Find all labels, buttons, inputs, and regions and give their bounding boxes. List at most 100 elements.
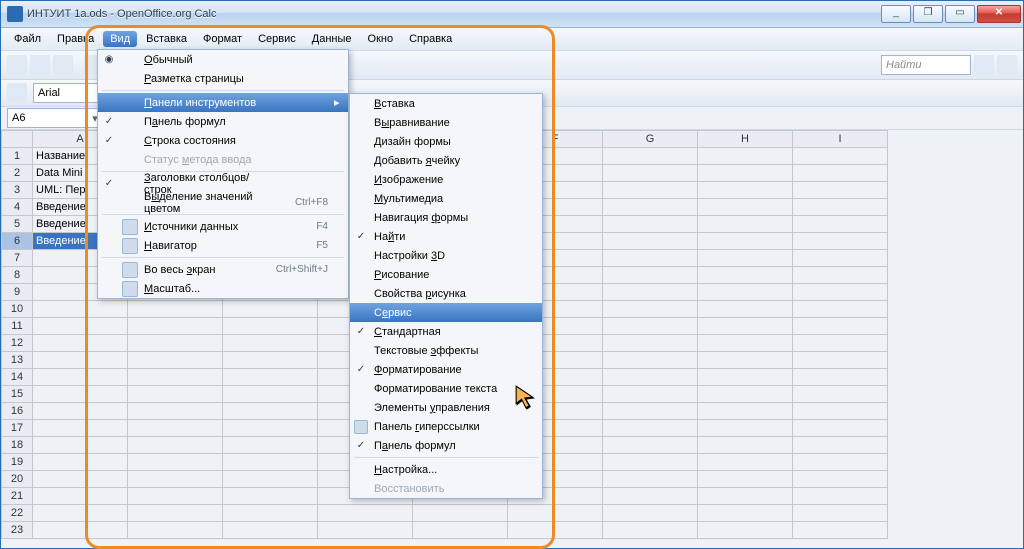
row-header[interactable]: 21 xyxy=(2,488,33,505)
cell[interactable] xyxy=(508,522,603,539)
cell[interactable] xyxy=(793,250,888,267)
cell[interactable] xyxy=(793,165,888,182)
cell[interactable] xyxy=(603,216,698,233)
menu-правка[interactable]: Правка xyxy=(50,31,101,47)
cell[interactable] xyxy=(698,199,793,216)
cell[interactable] xyxy=(128,386,223,403)
cell[interactable] xyxy=(223,471,318,488)
cell[interactable] xyxy=(793,199,888,216)
cell[interactable] xyxy=(698,233,793,250)
toolbars-menu-item[interactable]: Навигация формы xyxy=(350,208,542,227)
toolbars-menu-item[interactable]: ✓Стандартная xyxy=(350,322,542,341)
cell[interactable] xyxy=(413,522,508,539)
find-input[interactable]: Найти xyxy=(881,55,971,75)
col-header[interactable]: G xyxy=(603,131,698,148)
toolbars-menu-item[interactable]: Изображение xyxy=(350,170,542,189)
cell[interactable] xyxy=(793,522,888,539)
row-header[interactable]: 18 xyxy=(2,437,33,454)
cell[interactable] xyxy=(33,301,128,318)
cell[interactable] xyxy=(603,386,698,403)
cell[interactable] xyxy=(698,182,793,199)
cell[interactable] xyxy=(223,335,318,352)
cell[interactable] xyxy=(223,386,318,403)
cell[interactable] xyxy=(33,505,128,522)
cell[interactable] xyxy=(33,318,128,335)
cell[interactable] xyxy=(603,284,698,301)
cell[interactable] xyxy=(793,437,888,454)
cell[interactable] xyxy=(223,488,318,505)
cell[interactable] xyxy=(698,471,793,488)
cell[interactable] xyxy=(603,352,698,369)
cell[interactable] xyxy=(318,505,413,522)
cell[interactable] xyxy=(698,437,793,454)
cell[interactable] xyxy=(698,148,793,165)
cell[interactable] xyxy=(793,335,888,352)
row-header[interactable]: 13 xyxy=(2,352,33,369)
cell[interactable] xyxy=(698,369,793,386)
cell[interactable] xyxy=(223,403,318,420)
cell[interactable] xyxy=(128,505,223,522)
view-menu-item[interactable]: Во весь экранCtrl+Shift+J xyxy=(98,260,348,279)
cell[interactable] xyxy=(698,522,793,539)
cell[interactable] xyxy=(793,148,888,165)
toolbars-menu-item[interactable]: Вставка xyxy=(350,94,542,113)
cell[interactable] xyxy=(33,488,128,505)
toolbars-menu-item[interactable]: ✓Панель формул xyxy=(350,436,542,455)
view-menu-item[interactable]: ✓Строка состояния xyxy=(98,131,348,150)
cell[interactable] xyxy=(698,386,793,403)
toolbars-menu-item[interactable]: Настройки 3D xyxy=(350,246,542,265)
toolbars-menu-item[interactable]: Настройка... xyxy=(350,460,542,479)
cell[interactable] xyxy=(698,318,793,335)
toolbars-menu-item[interactable]: Свойства рисунка xyxy=(350,284,542,303)
cell[interactable] xyxy=(698,250,793,267)
cell[interactable] xyxy=(33,386,128,403)
toolbars-menu-item[interactable]: Панель гиперссылки xyxy=(350,417,542,436)
cell[interactable] xyxy=(603,199,698,216)
toolbars-menu-item[interactable]: ✓Найти xyxy=(350,227,542,246)
cell[interactable] xyxy=(793,318,888,335)
menu-формат[interactable]: Формат xyxy=(196,31,249,47)
cell[interactable] xyxy=(33,369,128,386)
view-menu-item[interactable]: Панели инструментов▸ xyxy=(98,93,348,112)
cell[interactable] xyxy=(698,505,793,522)
cell[interactable] xyxy=(603,369,698,386)
cell[interactable] xyxy=(698,301,793,318)
cell[interactable] xyxy=(128,335,223,352)
cell[interactable] xyxy=(603,165,698,182)
cell[interactable] xyxy=(793,403,888,420)
menu-вид[interactable]: Вид xyxy=(103,31,137,47)
cell[interactable] xyxy=(793,505,888,522)
cell[interactable] xyxy=(603,437,698,454)
cell[interactable] xyxy=(698,335,793,352)
cell[interactable] xyxy=(223,352,318,369)
cell[interactable] xyxy=(603,471,698,488)
row-header[interactable]: 3 xyxy=(2,182,33,199)
cell[interactable] xyxy=(223,437,318,454)
cell[interactable] xyxy=(603,335,698,352)
cell[interactable] xyxy=(223,301,318,318)
toolbars-menu-item[interactable]: Добавить ячейку xyxy=(350,151,542,170)
row-header[interactable]: 8 xyxy=(2,267,33,284)
row-header[interactable]: 12 xyxy=(2,335,33,352)
cell[interactable] xyxy=(128,522,223,539)
row-header[interactable]: 10 xyxy=(2,301,33,318)
cell[interactable] xyxy=(793,267,888,284)
view-menu-item[interactable]: Разметка страницы xyxy=(98,69,348,88)
cell[interactable] xyxy=(698,488,793,505)
cell[interactable] xyxy=(508,505,603,522)
menu-данные[interactable]: Данные xyxy=(305,31,359,47)
view-menu-item[interactable]: Источники данныхF4 xyxy=(98,217,348,236)
new-icon[interactable] xyxy=(7,55,27,75)
cell[interactable] xyxy=(128,488,223,505)
maximize-button[interactable]: ▭ xyxy=(945,5,975,23)
cell[interactable] xyxy=(33,471,128,488)
menu-справка[interactable]: Справка xyxy=(402,31,459,47)
restore-button[interactable]: ❐ xyxy=(913,5,943,23)
toolbars-menu-item[interactable]: Сервис xyxy=(350,303,542,322)
minimize-button[interactable]: _ xyxy=(881,5,911,23)
cell[interactable] xyxy=(413,505,508,522)
cell[interactable] xyxy=(603,318,698,335)
cell[interactable] xyxy=(793,488,888,505)
row-header[interactable]: 4 xyxy=(2,199,33,216)
cell[interactable] xyxy=(603,522,698,539)
